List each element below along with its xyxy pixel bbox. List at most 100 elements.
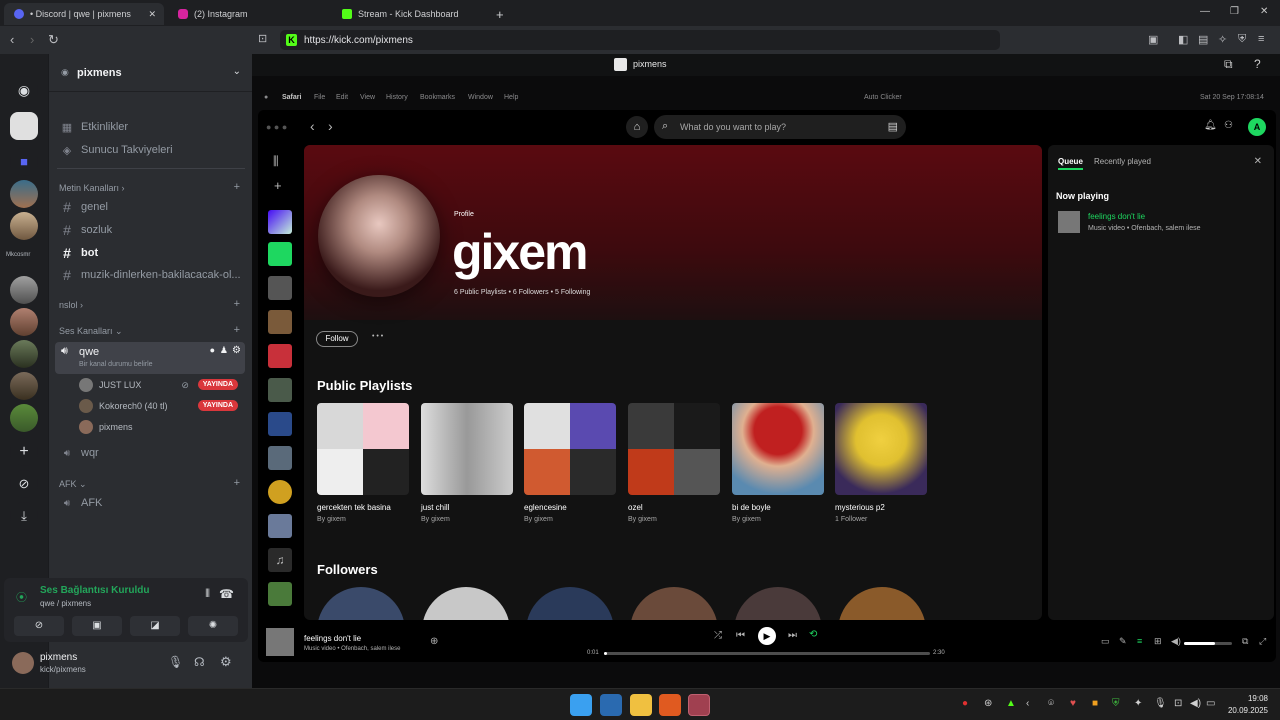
server-icon[interactable]: [10, 308, 38, 336]
app-icon[interactable]: [688, 694, 710, 716]
reload-icon[interactable]: ↻: [48, 32, 59, 48]
tab-discord[interactable]: • Discord | qwe | pixmens ✕: [4, 3, 164, 25]
playlist-card[interactable]: gercekten tek basina By gixem: [317, 403, 409, 523]
library-tile[interactable]: [268, 344, 292, 368]
folder-icon[interactable]: ■: [10, 148, 38, 176]
library-tile[interactable]: [268, 446, 292, 470]
server-icon[interactable]: [10, 404, 38, 432]
voice-channel-wqr[interactable]: 🔊︎ wqr: [57, 443, 247, 463]
tab-queue[interactable]: Queue: [1058, 157, 1083, 170]
playlist-card[interactable]: just chill By gixem: [421, 403, 513, 523]
playlist-card[interactable]: eglencesine By gixem: [524, 403, 616, 523]
nvidia-icon[interactable]: ▲: [1006, 698, 1016, 709]
ai-icon[interactable]: ✧: [1218, 33, 1227, 46]
follower-avatar[interactable]: [838, 587, 926, 620]
voice-category[interactable]: Ses Kanalları ⌄: [59, 326, 123, 337]
headphones-icon[interactable]: ☊: [194, 655, 205, 669]
maximize-button[interactable]: ❐: [1230, 6, 1239, 17]
library-tile[interactable]: [268, 582, 292, 606]
gear-icon[interactable]: ⚙: [232, 345, 241, 356]
voice-sub[interactable]: qwe / pixmens: [40, 599, 91, 608]
account-avatar[interactable]: A: [1248, 118, 1266, 136]
task-view-icon[interactable]: [600, 694, 622, 716]
server-icon[interactable]: [10, 340, 38, 368]
playlist-card[interactable]: ozel By gixem: [628, 403, 720, 523]
follower-avatar[interactable]: [734, 587, 822, 620]
device-icon[interactable]: ⊞: [1154, 636, 1162, 647]
next-icon[interactable]: ⏭: [788, 630, 797, 641]
music-note-icon[interactable]: ♫: [268, 548, 292, 572]
screenshot-icon[interactable]: ▣: [1148, 33, 1158, 46]
sidebar-icon[interactable]: ◧: [1178, 33, 1188, 46]
discord-home-icon[interactable]: ◉: [10, 76, 38, 104]
section-title[interactable]: Public Playlists: [317, 378, 412, 393]
now-playing-view-icon[interactable]: ▭: [1101, 636, 1110, 647]
battery-icon[interactable]: ▭: [1206, 698, 1215, 709]
add-channel-icon[interactable]: +: [234, 324, 240, 336]
add-server-icon[interactable]: +: [10, 438, 38, 466]
voice-member[interactable]: Kokorech0 (40 tl): [79, 397, 168, 415]
tray-icon[interactable]: ♥: [1070, 698, 1076, 709]
tab-kick[interactable]: Stream - Kick Dashboard: [332, 3, 492, 25]
follower-avatar[interactable]: [422, 587, 510, 620]
library-tile[interactable]: [268, 412, 292, 436]
channel-muzik[interactable]: # muzik-dinlerken-bakilacacak-ol...: [57, 265, 247, 285]
voice-member[interactable]: JUST LUX ⊘: [79, 376, 189, 394]
help-icon[interactable]: ?: [1254, 57, 1261, 71]
windows-start-icon[interactable]: [570, 694, 592, 716]
notification-icon[interactable]: 🔔︎: [1204, 120, 1217, 131]
library-tile[interactable]: [268, 480, 292, 504]
screen-share-button[interactable]: ▣: [72, 616, 122, 636]
server-icon[interactable]: [10, 372, 38, 400]
profile-stats[interactable]: 6 Public Playlists • 6 Followers • 5 Fol…: [454, 289, 590, 296]
discover-icon[interactable]: ⊘: [10, 470, 38, 498]
playlist-card[interactable]: mysterious p2 1 Follower: [835, 403, 927, 523]
playlist-card[interactable]: bi de boyle By gixem: [732, 403, 824, 523]
tray-icon[interactable]: ⊛: [984, 698, 992, 709]
server-icon[interactable]: [10, 276, 38, 304]
channel-sozluk[interactable]: # sozluk: [57, 220, 247, 240]
avatar[interactable]: [12, 652, 34, 674]
tab-recently-played[interactable]: Recently played: [1094, 157, 1151, 166]
server-icon-pixmens[interactable]: [10, 112, 38, 140]
record-icon[interactable]: ●: [962, 698, 968, 709]
afk-category[interactable]: AFK ⌄: [59, 479, 87, 490]
channel-bot[interactable]: # bot: [57, 243, 247, 263]
signal-icon[interactable]: ⦿: [16, 589, 27, 605]
add-channel-icon[interactable]: +: [234, 181, 240, 193]
add-channel-icon[interactable]: +: [234, 477, 240, 489]
track-thumbnail[interactable]: [266, 628, 294, 656]
server-header[interactable]: ◉ pixmens ⌄: [49, 54, 253, 92]
follower-avatar[interactable]: [317, 587, 405, 620]
close-tab-icon[interactable]: ✕: [148, 9, 156, 20]
back-icon[interactable]: ‹: [10, 32, 14, 47]
bookmark-icon[interactable]: ⊡: [258, 32, 267, 45]
shuffle-icon[interactable]: ⤮: [714, 630, 722, 641]
menu-icon[interactable]: ≡: [1258, 33, 1264, 45]
progress-track[interactable]: [604, 652, 930, 655]
download-icon[interactable]: ⤓: [10, 502, 38, 530]
invite-icon[interactable]: ♟: [220, 345, 228, 356]
microphone-icon[interactable]: 🎙︎: [1154, 698, 1167, 709]
add-channel-icon[interactable]: +: [234, 298, 240, 310]
track-title[interactable]: feelings don't lie: [304, 634, 361, 643]
tab-instagram[interactable]: (2) Instagram: [168, 3, 328, 25]
popout-icon[interactable]: ⧉: [1224, 57, 1233, 72]
close-window-button[interactable]: ✕: [1260, 6, 1268, 17]
follow-button[interactable]: Follow: [316, 331, 358, 347]
forward-icon[interactable]: ›: [30, 32, 34, 47]
voice-channel-qwe[interactable]: 🔊︎ qwe Bir kanal durumu belirle ● ♟ ⚙: [55, 342, 245, 374]
channel-status[interactable]: Bir kanal durumu belirle: [79, 361, 153, 368]
disconnect-icon[interactable]: ☎: [219, 587, 234, 601]
address-field[interactable]: K https://kick.com/pixmens: [280, 30, 1000, 50]
library-tile[interactable]: [268, 378, 292, 402]
back-icon[interactable]: ‹: [310, 118, 315, 134]
add-icon[interactable]: ⊕: [430, 636, 438, 647]
minimize-button[interactable]: —: [1200, 6, 1210, 17]
file-explorer-icon[interactable]: [630, 694, 652, 716]
soundboard-button[interactable]: ✺: [188, 616, 238, 636]
voice-channel-afk[interactable]: 🔊︎ AFK: [57, 493, 247, 513]
shield-icon[interactable]: ⛨: [1112, 698, 1120, 709]
server-icon[interactable]: [10, 180, 38, 208]
clock-time[interactable]: 19:08: [1226, 694, 1268, 703]
